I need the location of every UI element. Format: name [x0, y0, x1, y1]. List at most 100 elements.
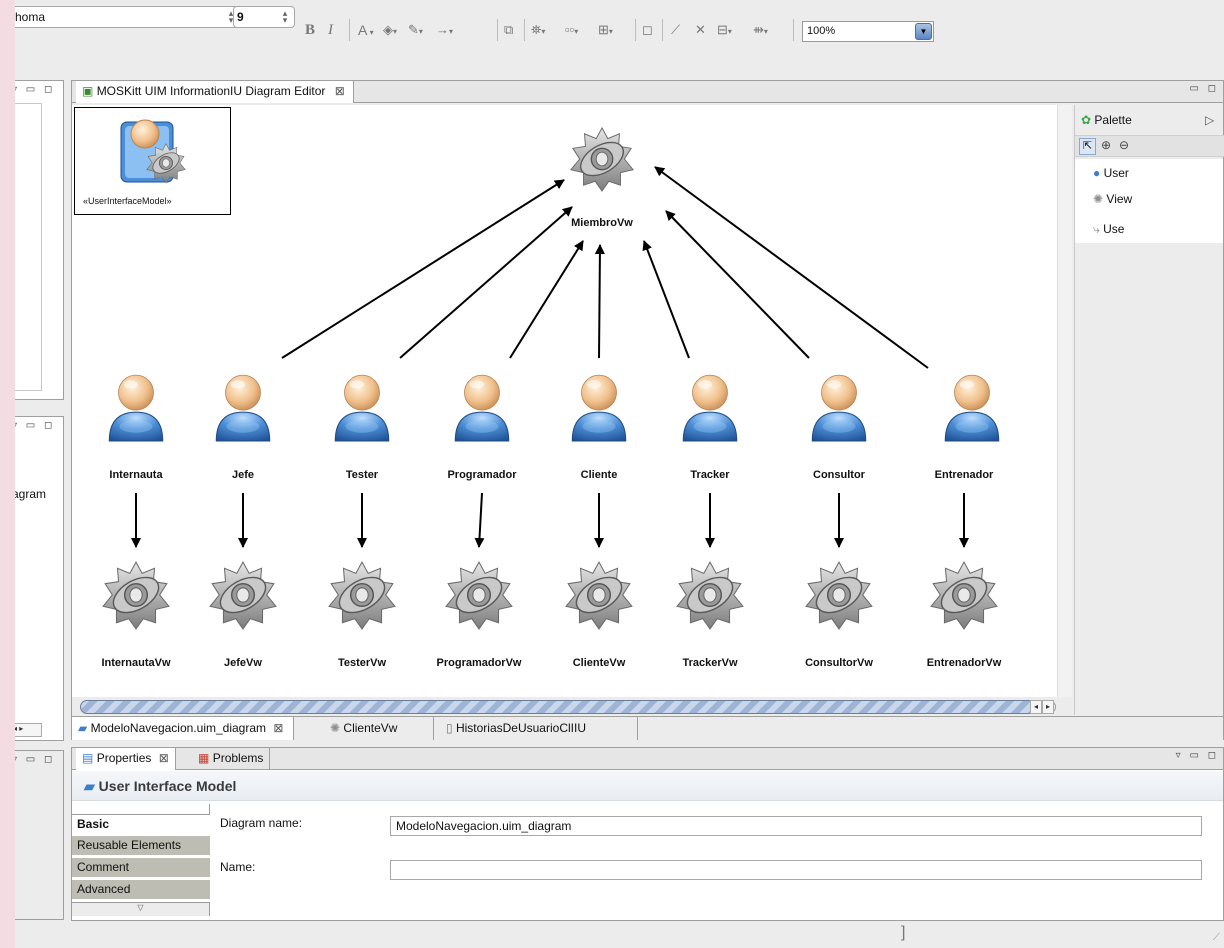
- tab-cliente-vw[interactable]: ✺ ClienteVw: [324, 717, 434, 740]
- copy-icon: ⧉: [504, 22, 514, 37]
- view-content: [15, 103, 42, 391]
- user-icon[interactable]: [212, 371, 274, 443]
- view-label[interactable]: ConsultorVw: [769, 657, 909, 669]
- view-icon[interactable]: [563, 559, 635, 631]
- use-connector: [654, 166, 929, 369]
- user-icon[interactable]: [808, 371, 870, 443]
- user-icon[interactable]: [105, 371, 167, 443]
- palette-item-user[interactable]: ● User: [1093, 165, 1129, 181]
- zoom-select[interactable]: 100% ▼: [802, 21, 934, 42]
- central-view-label[interactable]: MiembroVw: [532, 217, 672, 229]
- properties-header: [72, 771, 1223, 801]
- status-separator: ]: [901, 924, 906, 941]
- side-tabs-top: [72, 804, 210, 814]
- view-controls[interactable]: ▿ ▭ ◻: [15, 420, 55, 431]
- name-field[interactable]: [390, 860, 1202, 880]
- view-icon[interactable]: [674, 559, 746, 631]
- palette-tools-row: ⇱ ⊕ ⊖: [1075, 135, 1224, 157]
- line-jump-button[interactable]: ✕: [695, 21, 706, 39]
- palette-item-use[interactable]: ⤷ Use: [1093, 221, 1124, 237]
- view-icon[interactable]: [803, 559, 875, 631]
- tab-diagram-editor[interactable]: ▣ MOSKitt UIM InformationIU Diagram Edit…: [76, 81, 354, 103]
- palette-collapse-icon[interactable]: ▷: [1205, 113, 1214, 127]
- view-icon[interactable]: [326, 559, 398, 631]
- user-label[interactable]: Tester: [292, 469, 432, 481]
- palette-item-label: Use: [1103, 222, 1125, 236]
- arrow-style-icon: ⇻: [753, 22, 764, 37]
- close-icon[interactable]: ⊠: [335, 84, 345, 98]
- user-icon[interactable]: [568, 371, 630, 443]
- close-icon[interactable]: ⊠: [159, 751, 169, 765]
- properties-title: ▰ User Interface Model: [84, 778, 236, 795]
- chevron-down-icon[interactable]: ▼: [915, 23, 932, 40]
- use-connector: [642, 240, 690, 359]
- line-routing-button[interactable]: ⟋: [671, 21, 680, 39]
- scroll-right-button[interactable]: ▸: [1042, 700, 1054, 714]
- palette-icon: ✿: [1081, 113, 1092, 127]
- horizontal-scrollbar-thumb[interactable]: [80, 700, 1040, 714]
- italic-button[interactable]: I: [328, 21, 333, 39]
- palette-header[interactable]: ✿ Palette: [1081, 113, 1132, 127]
- close-icon[interactable]: ⊠: [273, 721, 283, 735]
- user-icon[interactable]: [679, 371, 741, 443]
- scroll-left-button[interactable]: ◂: [1030, 700, 1042, 714]
- arrange-button[interactable]: ▫▫▾: [565, 21, 578, 39]
- diagram-canvas[interactable]: «UserInterfaceModel» MiembroVw Internaut…: [72, 105, 1057, 697]
- editor-view-controls[interactable]: ▭ ◻: [1189, 83, 1219, 94]
- user-icon[interactable]: [331, 371, 393, 443]
- properties-view-controls[interactable]: ▿ ▭ ◻: [1176, 750, 1219, 761]
- use-connector: [509, 240, 584, 359]
- palette-item-view[interactable]: ✺ View: [1093, 191, 1132, 207]
- tab-problems[interactable]: ▦ Problems: [192, 748, 271, 770]
- user-label[interactable]: Consultor: [769, 469, 909, 481]
- user-label[interactable]: Entrenador: [894, 469, 1034, 481]
- zoom-in-icon[interactable]: ⊕: [1101, 138, 1111, 152]
- select-tool-icon[interactable]: ⇱: [1079, 138, 1096, 155]
- side-tab-reusable-elements[interactable]: Reusable Elements: [72, 836, 210, 856]
- arrow-style-button[interactable]: ⇻▾: [753, 21, 768, 39]
- view-icon[interactable]: [928, 559, 1000, 631]
- view-controls[interactable]: ▿ ▭ ◻: [15, 754, 55, 765]
- curve-icon: ⟋: [671, 22, 681, 37]
- user-interface-model-node[interactable]: «UserInterfaceModel»: [74, 107, 231, 215]
- scroll-arrows[interactable]: ◂ ▸: [15, 723, 42, 737]
- line-style-button[interactable]: →▾: [436, 21, 453, 39]
- user-label[interactable]: Tracker: [640, 469, 780, 481]
- align-button[interactable]: ⊞▾: [598, 21, 613, 39]
- font-size-combo[interactable]: 9 ▴ ▾: [233, 6, 295, 28]
- view-icon[interactable]: [443, 559, 515, 631]
- bold-button[interactable]: B: [305, 21, 315, 39]
- diagram-editor: ▣ MOSKitt UIM InformationIU Diagram Edit…: [71, 80, 1224, 740]
- autosize-button[interactable]: ◻: [642, 21, 653, 39]
- view-controls[interactable]: ▿ ▭ ◻: [15, 84, 55, 95]
- diagram-name-label: Diagram name:: [220, 816, 303, 830]
- resize-grip-icon[interactable]: ⟋: [1213, 932, 1220, 943]
- line-color-button[interactable]: ✎▾: [408, 21, 423, 39]
- side-tab-advanced[interactable]: Advanced: [72, 880, 210, 900]
- vertical-scrollbar[interactable]: [1057, 105, 1072, 697]
- side-tabs-scroll-down[interactable]: ▽: [72, 902, 210, 916]
- font-name-combo[interactable]: homa ▴ ▾: [15, 6, 241, 28]
- border-style-button[interactable]: ⊟▾: [717, 21, 732, 39]
- user-icon[interactable]: [941, 371, 1003, 443]
- select-button[interactable]: ⛯▾: [531, 21, 545, 39]
- view-icon[interactable]: [207, 559, 279, 631]
- tab-historias[interactable]: ▯ HistoriasDeUsuarioClIIU: [440, 717, 638, 740]
- side-tab-basic[interactable]: Basic: [72, 814, 210, 834]
- view-icon[interactable]: [100, 559, 172, 631]
- tab-modelo-navegacion[interactable]: ▰ ModeloNavegacion.uim_diagram ⊠: [72, 717, 295, 740]
- view-label[interactable]: EntrenadorVw: [894, 657, 1034, 669]
- user-icon[interactable]: [451, 371, 513, 443]
- properties-view: ▤ Properties ⊠ ▦ Problems ▿ ▭ ◻ ▰ User I…: [71, 747, 1224, 921]
- view-label[interactable]: ProgramadorVw: [409, 657, 549, 669]
- tab-properties[interactable]: ▤ Properties ⊠: [76, 748, 176, 770]
- view-label[interactable]: TrackerVw: [640, 657, 780, 669]
- font-color-button[interactable]: A ▾: [358, 21, 374, 39]
- spinner-icon: ▴ ▾: [282, 8, 288, 25]
- fill-color-button[interactable]: ◈▾: [383, 21, 397, 39]
- zoom-out-icon[interactable]: ⊖: [1119, 138, 1129, 152]
- toolbar-separator: [662, 19, 663, 41]
- copy-appearance-button[interactable]: ⧉: [504, 21, 513, 39]
- side-tab-comment[interactable]: Comment: [72, 858, 210, 878]
- diagram-name-field[interactable]: ModeloNavegacion.uim_diagram: [390, 816, 1202, 836]
